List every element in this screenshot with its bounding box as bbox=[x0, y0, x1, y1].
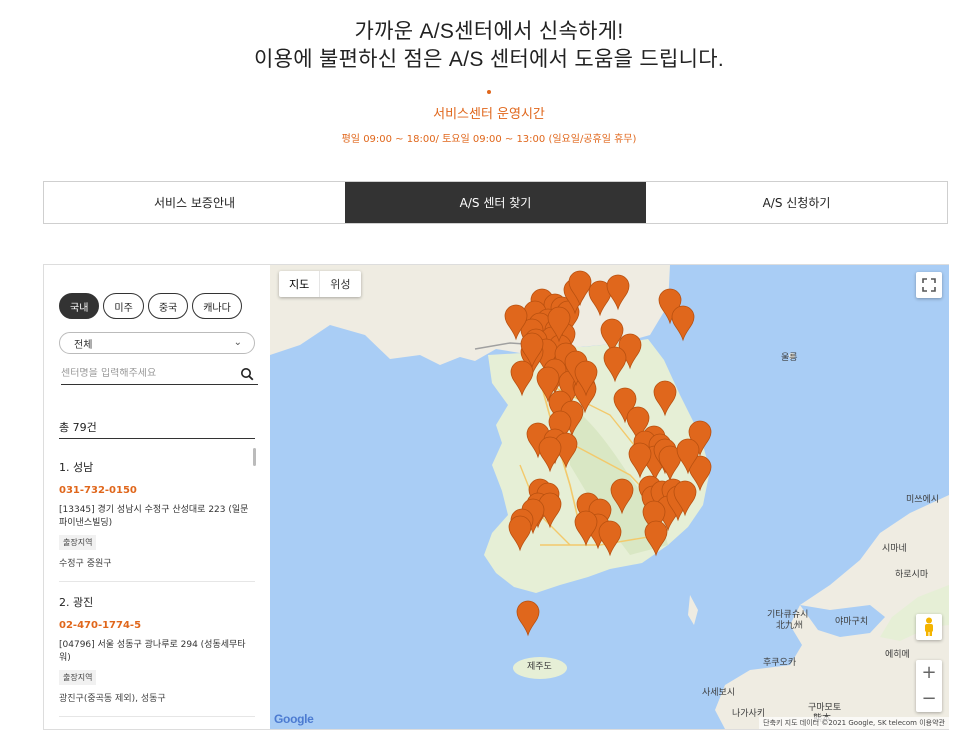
divider bbox=[59, 438, 255, 439]
center-list: 1. 성남 031-732-0150 [13345] 경기 성남시 수정구 산성… bbox=[59, 447, 255, 729]
center-finder-panel: 국내 미주 중국 캐나다 전체 ⌄ 총 79건 1. 성남 031-732-01… bbox=[43, 264, 949, 730]
region-americas[interactable]: 미주 bbox=[103, 293, 144, 319]
map-type-toggle: 지도 위성 bbox=[279, 271, 361, 297]
map-label: 후쿠오카 bbox=[763, 658, 797, 668]
center-phone[interactable]: 031-732-0150 bbox=[59, 485, 255, 496]
result-count: 총 79건 bbox=[59, 421, 97, 434]
center-phone[interactable]: 02-470-1774-5 bbox=[59, 620, 255, 631]
region-filter: 국내 미주 중국 캐나다 bbox=[59, 293, 242, 319]
google-logo: Google bbox=[274, 712, 314, 726]
service-badge: 출장지역 bbox=[59, 670, 97, 685]
map-label: 제주도 bbox=[527, 662, 552, 672]
sidebar: 국내 미주 중국 캐나다 전체 ⌄ 총 79건 1. 성남 031-732-01… bbox=[44, 265, 270, 729]
center-name: 1. 성남 bbox=[59, 461, 94, 474]
map-type-map-button[interactable]: 지도 bbox=[279, 271, 321, 297]
hero-line-1: 가까운 A/S센터에서 신속하게! bbox=[354, 20, 624, 43]
fullscreen-button[interactable] bbox=[916, 272, 942, 298]
hero-line-2: 이용에 불편하신 점은 A/S 센터에서 도움을 드립니다. bbox=[253, 48, 725, 71]
list-item[interactable]: 1. 성남 031-732-0150 [13345] 경기 성남시 수정구 산성… bbox=[59, 447, 255, 582]
service-area: 광진구(중곡동 제외), 성동구 bbox=[59, 694, 166, 704]
list-item[interactable]: 2. 광진 02-470-1774-5 [04796] 서울 성동구 광나루로 … bbox=[59, 582, 255, 717]
map-attribution[interactable]: 단축키 지도 데이터 ©2021 Google, SK telecom 이용약관 bbox=[759, 717, 949, 729]
fullscreen-icon bbox=[922, 278, 936, 292]
hours-text: 평일 09:00 ~ 18:00/ 토요일 09:00 ~ 13:00 (일요일… bbox=[341, 134, 637, 145]
region-canada[interactable]: 캐나다 bbox=[192, 293, 242, 319]
tab-request[interactable]: A/S 신청하기 bbox=[646, 182, 947, 223]
area-select-value: 전체 bbox=[74, 339, 93, 351]
service-area: 수정구 중원구 bbox=[59, 559, 112, 569]
map[interactable]: 울릉 제주도 미쓰에시 시마네 하로시마 기타큐슈시 北九州 야마구치 후쿠오카… bbox=[270, 265, 949, 729]
tab-warranty[interactable]: 서비스 보증안내 bbox=[44, 182, 345, 223]
service-badge: 출장지역 bbox=[59, 535, 97, 550]
zoom-in-button[interactable]: + bbox=[921, 660, 936, 686]
map-pin[interactable] bbox=[671, 305, 695, 342]
area-select[interactable]: 전체 ⌄ bbox=[59, 332, 255, 354]
center-address: [04796] 서울 성동구 광나루로 294 (성동세무타워) bbox=[59, 640, 246, 663]
map-label: 시마네 bbox=[882, 544, 907, 554]
zoom-out-button[interactable]: − bbox=[921, 686, 936, 712]
search-bar bbox=[61, 363, 258, 385]
zoom-control: + − bbox=[916, 660, 942, 712]
center-address: [13345] 경기 성남시 수정구 산성대로 223 (일문파이낸스빌딩) bbox=[59, 505, 249, 528]
pegman-icon bbox=[925, 617, 933, 636]
map-canvas[interactable] bbox=[270, 265, 949, 729]
map-label: 야마구치 bbox=[835, 617, 869, 627]
map-label: 北九州 bbox=[776, 621, 804, 631]
accent-dot bbox=[487, 90, 491, 94]
tab-bar: 서비스 보증안내 A/S 센터 찾기 A/S 신청하기 bbox=[43, 181, 948, 224]
search-icon[interactable] bbox=[240, 367, 254, 381]
map-label: 사세보시 bbox=[702, 688, 736, 698]
tab-find-center[interactable]: A/S 센터 찾기 bbox=[345, 182, 646, 223]
chevron-down-icon: ⌄ bbox=[233, 337, 242, 348]
hours-title: 서비스센터 운영시간 bbox=[433, 107, 545, 122]
region-china[interactable]: 중국 bbox=[147, 293, 189, 319]
map-label: 미쓰에시 bbox=[906, 495, 940, 505]
center-name: 2. 광진 bbox=[59, 596, 94, 609]
search-input[interactable] bbox=[61, 368, 231, 379]
hero: 가까운 A/S센터에서 신속하게! 이용에 불편하신 점은 A/S 센터에서 도… bbox=[0, 18, 978, 145]
map-type-satellite-button[interactable]: 위성 bbox=[320, 271, 360, 297]
map-pin[interactable] bbox=[516, 600, 540, 637]
map-label: 하로시마 bbox=[895, 570, 929, 580]
region-domestic[interactable]: 국내 bbox=[59, 293, 100, 319]
street-view-button[interactable] bbox=[916, 614, 942, 640]
map-label: 울릉 bbox=[781, 353, 798, 363]
map-label: 에히메 bbox=[885, 650, 910, 660]
